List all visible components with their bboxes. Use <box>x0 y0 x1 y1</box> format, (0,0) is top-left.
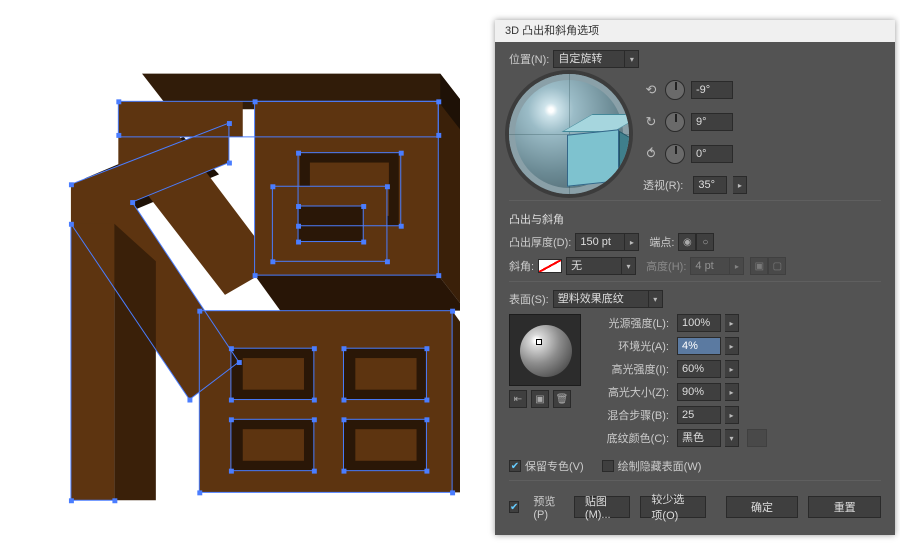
perspective-stepper[interactable]: ▸ <box>733 176 747 194</box>
light-move-back-button[interactable]: ⇤ <box>509 390 527 408</box>
light-delete-button[interactable]: 🗑 <box>553 390 571 408</box>
highlight-intensity-stepper[interactable]: ▸ <box>725 360 739 378</box>
light-intensity-stepper[interactable]: ▸ <box>725 314 739 332</box>
surface-dropdown-arrow[interactable]: ▾ <box>649 290 663 308</box>
shade-color-dropdown[interactable]: 黑色 <box>677 429 721 447</box>
preview-checkbox[interactable]: ✔ <box>509 501 519 513</box>
highlight-size-input[interactable]: 90% <box>677 383 721 401</box>
axis-y-icon: ↻ <box>643 114 659 130</box>
bevel-height-input: 4 pt <box>690 257 730 275</box>
rotation-y-input[interactable]: 9° <box>691 113 733 131</box>
cap-on-button[interactable]: ◉ <box>678 233 696 251</box>
light-new-button[interactable]: ▣ <box>531 390 549 408</box>
shade-color-dropdown-arrow[interactable]: ▾ <box>725 429 739 447</box>
bevel-out-button: ▢ <box>768 257 786 275</box>
light-intensity-input[interactable]: 100% <box>677 314 721 332</box>
rotation-x-input[interactable]: -9° <box>691 81 733 99</box>
ambient-label: 环境光(A): <box>597 338 669 354</box>
highlight-size-label: 高光大小(Z): <box>597 384 669 400</box>
preserve-spot-label: 保留专色(V) <box>525 458 584 474</box>
shade-color-label: 底纹颜色(C): <box>597 430 669 446</box>
position-dropdown-arrow[interactable]: ▾ <box>625 50 639 68</box>
axis-x-icon: ⟲ <box>643 82 659 98</box>
perspective-label: 透视(R): <box>643 177 683 193</box>
light-position-handle[interactable] <box>536 339 542 345</box>
blend-steps-input[interactable]: 25 <box>677 406 721 424</box>
extrude-section-title: 凸出与斜角 <box>509 211 881 227</box>
extrude-depth-stepper[interactable]: ▸ <box>625 233 639 251</box>
surface-label: 表面(S): <box>509 291 549 307</box>
ok-button[interactable]: 确定 <box>726 496 799 518</box>
reset-button[interactable]: 重置 <box>808 496 881 518</box>
preserve-spot-checkbox[interactable]: ✔ <box>509 460 521 472</box>
bevel-swatch <box>538 259 562 273</box>
position-label: 位置(N): <box>509 51 549 67</box>
dialog-3d-extrude-bevel: 3D 凸出和斜角选项 位置(N): 自定旋转 ▾ ⟲ -9° <box>495 20 895 535</box>
fewer-options-button[interactable]: 较少选项(O) <box>640 496 705 518</box>
ambient-stepper[interactable]: ▸ <box>725 337 739 355</box>
bevel-height-label: 高度(H): <box>646 258 686 274</box>
rotation-z-dial[interactable] <box>665 144 685 164</box>
draw-hidden-checkbox[interactable] <box>602 460 614 472</box>
rotation-trackball[interactable] <box>509 74 629 194</box>
rotation-x-dial[interactable] <box>665 80 685 100</box>
perspective-input[interactable]: 35° <box>693 176 727 194</box>
canvas-artwork <box>65 65 460 505</box>
bevel-in-button: ▣ <box>750 257 768 275</box>
ambient-input[interactable]: 4% <box>677 337 721 355</box>
light-intensity-label: 光源强度(L): <box>597 315 669 331</box>
bevel-dropdown[interactable]: 无 <box>566 257 622 275</box>
map-art-button[interactable]: 贴图(M)... <box>574 496 630 518</box>
preview-label: 预览(P) <box>533 493 560 521</box>
rotation-z-input[interactable]: 0° <box>691 145 733 163</box>
bevel-dropdown-arrow[interactable]: ▾ <box>622 257 636 275</box>
rotation-y-dial[interactable] <box>665 112 685 132</box>
position-dropdown[interactable]: 自定旋转 <box>553 50 625 68</box>
blend-steps-stepper[interactable]: ▸ <box>725 406 739 424</box>
light-preview[interactable] <box>509 314 581 386</box>
blend-steps-label: 混合步骤(B): <box>597 407 669 423</box>
cap-off-button[interactable]: ○ <box>696 233 714 251</box>
shade-color-swatch <box>747 429 767 447</box>
extrude-depth-label: 凸出厚度(D): <box>509 234 571 250</box>
highlight-intensity-input[interactable]: 60% <box>677 360 721 378</box>
cap-label: 端点: <box>649 234 674 250</box>
extrude-depth-input[interactable]: 150 pt <box>575 233 625 251</box>
draw-hidden-label: 绘制隐藏表面(W) <box>618 458 702 474</box>
axis-z-icon: ⥀ <box>643 146 659 162</box>
dialog-title: 3D 凸出和斜角选项 <box>495 20 895 42</box>
bevel-height-stepper: ▸ <box>730 257 744 275</box>
highlight-intensity-label: 高光强度(I): <box>597 361 669 377</box>
surface-dropdown[interactable]: 塑料效果底纹 <box>553 290 649 308</box>
bevel-label: 斜角: <box>509 258 534 274</box>
highlight-size-stepper[interactable]: ▸ <box>725 383 739 401</box>
